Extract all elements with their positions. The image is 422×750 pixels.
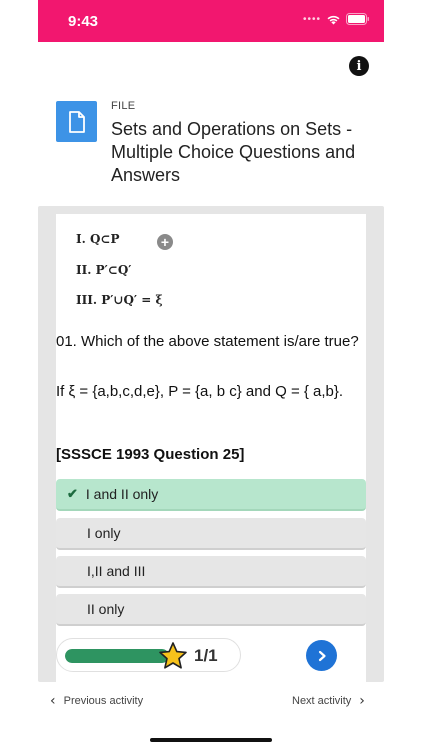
file-icon bbox=[56, 101, 97, 142]
question-source: [SSSCE 1993 Question 25] bbox=[56, 446, 245, 463]
star-icon bbox=[158, 641, 188, 676]
check-icon: ✔ bbox=[67, 486, 78, 501]
page-title: Sets and Operations on Sets - Multiple C… bbox=[111, 119, 356, 185]
statement-3: III. P′∪Q′ = ξ bbox=[76, 293, 163, 307]
next-activity-label: Next activity bbox=[292, 695, 352, 707]
answer-option-label: I and II only bbox=[85, 486, 159, 502]
progress-count: 1/1 bbox=[194, 646, 218, 665]
statement-2: II. P′⊂Q′ bbox=[76, 263, 132, 277]
answer-option-label: I only bbox=[87, 525, 121, 541]
answer-option-4[interactable]: II only bbox=[56, 594, 366, 626]
zoom-plus-icon[interactable]: + bbox=[157, 234, 173, 250]
progress-fill bbox=[65, 649, 169, 663]
battery-icon bbox=[346, 13, 370, 25]
answer-option-2[interactable]: I only bbox=[56, 518, 366, 550]
answer-option-1[interactable]: ✔ I and II only bbox=[56, 479, 366, 511]
statement-1: I. Q⊂P bbox=[76, 232, 120, 246]
progress-indicator: 1/1 bbox=[56, 638, 241, 672]
previous-activity-link[interactable]: ‹ Previous activity bbox=[50, 693, 143, 709]
next-question-button[interactable] bbox=[306, 640, 337, 671]
wifi-icon bbox=[326, 14, 341, 25]
question-card: I. Q⊂P + II. P′⊂Q′ III. P′∪Q′ = ξ 01. Wh… bbox=[56, 214, 366, 684]
question-given: If ξ = {a,b,c,d,e}, P = {a, b c} and Q =… bbox=[56, 383, 344, 400]
chevron-right-icon bbox=[318, 650, 326, 661]
progress-track bbox=[65, 649, 169, 663]
signal-icon: •••• bbox=[302, 13, 321, 25]
question-text: 01. Which of the above statement is/are … bbox=[56, 333, 359, 350]
info-icon: i bbox=[356, 58, 362, 74]
previous-activity-label: Previous activity bbox=[63, 695, 144, 707]
answer-option-3[interactable]: I,II and III bbox=[56, 556, 366, 588]
file-type-label: FILE bbox=[111, 100, 136, 112]
home-indicator[interactable] bbox=[150, 738, 272, 742]
chevron-right-icon: › bbox=[359, 693, 365, 709]
status-time: 9:43 bbox=[68, 13, 99, 30]
answer-option-label: I,II and III bbox=[87, 563, 146, 579]
chevron-left-icon: ‹ bbox=[50, 693, 56, 709]
next-activity-link[interactable]: Next activity › bbox=[292, 693, 365, 709]
status-icons: •••• bbox=[303, 13, 370, 25]
info-button[interactable]: i bbox=[349, 56, 369, 76]
answer-option-label: II only bbox=[87, 601, 125, 617]
status-bar: 9:43 •••• bbox=[38, 0, 384, 42]
